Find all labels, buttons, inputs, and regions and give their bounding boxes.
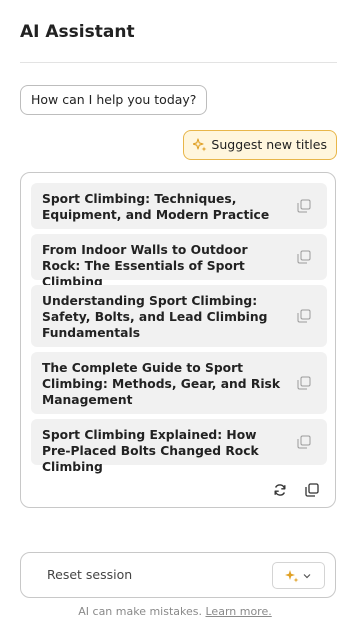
learn-more-link[interactable]: Learn more. bbox=[206, 605, 272, 618]
title-item[interactable]: Sport Climbing: Techniques, Equipment, a… bbox=[31, 183, 327, 229]
copy-icon[interactable] bbox=[297, 250, 311, 264]
page-title: AI Assistant bbox=[20, 22, 135, 42]
title-text: Sport Climbing: Techniques, Equipment, a… bbox=[42, 192, 270, 222]
title-item[interactable]: From Indoor Walls to Outdoor Rock: The E… bbox=[31, 234, 327, 289]
title-text: From Indoor Walls to Outdoor Rock: The E… bbox=[42, 243, 248, 289]
reset-session-button[interactable]: Reset session bbox=[47, 567, 132, 582]
copy-icon[interactable] bbox=[297, 435, 311, 449]
copy-icon[interactable] bbox=[297, 309, 311, 323]
copy-all-icon[interactable] bbox=[305, 483, 319, 497]
disclaimer: AI can make mistakes. Learn more. bbox=[0, 605, 350, 618]
header-divider bbox=[20, 62, 337, 63]
disclaimer-text: AI can make mistakes. bbox=[78, 605, 202, 618]
chevron-down-icon bbox=[303, 573, 311, 578]
copy-icon[interactable] bbox=[297, 199, 311, 213]
copy-icon[interactable] bbox=[297, 376, 311, 390]
session-bar: Reset session bbox=[20, 552, 336, 598]
title-text: The Complete Guide to Sport Climbing: Me… bbox=[42, 361, 281, 407]
title-text: Sport Climbing Explained: How Pre-Placed… bbox=[42, 428, 259, 474]
title-text: Understanding Sport Climbing: Safety, Bo… bbox=[42, 294, 268, 340]
sparkle-icon bbox=[285, 569, 299, 582]
refresh-icon[interactable] bbox=[273, 483, 287, 497]
suggest-new-titles-button[interactable]: Suggest new titles bbox=[183, 130, 337, 160]
title-item[interactable]: The Complete Guide to Sport Climbing: Me… bbox=[31, 352, 327, 414]
title-item[interactable]: Understanding Sport Climbing: Safety, Bo… bbox=[31, 285, 327, 347]
suggested-titles-card: Sport Climbing: Techniques, Equipment, a… bbox=[20, 172, 336, 508]
assistant-message: How can I help you today? bbox=[20, 85, 208, 115]
mode-selector[interactable] bbox=[272, 562, 325, 589]
suggest-button-label: Suggest new titles bbox=[211, 137, 327, 152]
card-actions bbox=[273, 483, 319, 497]
title-item[interactable]: Sport Climbing Explained: How Pre-Placed… bbox=[31, 419, 327, 474]
sparkle-icon bbox=[193, 138, 207, 152]
